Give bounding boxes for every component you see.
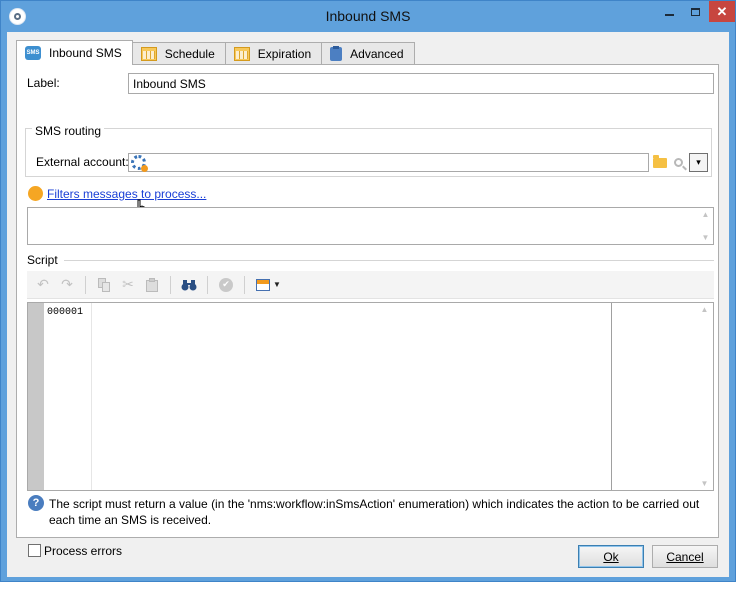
check-syntax-button[interactable]: ✔ (216, 275, 236, 295)
filter-status-icon (28, 186, 43, 201)
clipboard-icon (330, 46, 343, 61)
toolbar-separator (170, 275, 171, 294)
sms-routing-title: SMS routing (32, 124, 105, 138)
script-editor[interactable]: 000001 ▲ ▼ (27, 302, 714, 491)
paste-icon[interactable] (142, 275, 162, 295)
scroll-up-icon[interactable]: ▲ (702, 210, 710, 219)
help-icon: ? (28, 495, 44, 511)
undo-icon[interactable]: ↶ (33, 275, 53, 295)
check-icon: ✔ (219, 277, 233, 292)
tab-label: Schedule (164, 47, 215, 61)
dialog-client-area: SMS Inbound SMS Schedule Expiration Adva… (7, 32, 729, 577)
editor-scrollbar[interactable]: ▲ ▼ (697, 303, 712, 490)
tab-panel: Label: Inbound SMS SMS routing External … (16, 64, 719, 558)
script-toolbar: ↶ ↷ ✂ ✔ ▼ (27, 271, 714, 299)
maximize-icon (690, 7, 700, 16)
tab-inbound-sms[interactable]: SMS Inbound SMS (16, 40, 133, 65)
cancel-button-label: Cancel (666, 549, 704, 564)
dialog-window: Inbound SMS ✕ SMS Inbound SMS Schedule E… (0, 0, 736, 582)
script-section-title: Script (27, 253, 58, 267)
copy-icon[interactable] (94, 275, 114, 295)
calendar-icon (233, 47, 250, 61)
toolbar-separator (207, 275, 208, 294)
magnifier-icon (674, 158, 683, 167)
redo-icon[interactable]: ↷ (57, 275, 77, 295)
gutter-divider (91, 303, 92, 490)
external-account-icon (131, 155, 148, 172)
script-divider (64, 260, 714, 261)
editor-margin (28, 303, 44, 490)
browse-folder-button[interactable] (650, 153, 669, 172)
cut-icon[interactable]: ✂ (118, 275, 138, 295)
folder-icon (652, 154, 667, 168)
tab-label: Advanced (350, 47, 404, 61)
window-title: Inbound SMS (325, 8, 411, 24)
account-dropdown-button[interactable]: ▾ (689, 153, 708, 172)
cancel-button[interactable]: Cancel (652, 545, 718, 568)
tab-schedule[interactable]: Schedule (131, 42, 226, 65)
script-help-text: The script must return a value (in the '… (49, 497, 700, 527)
scroll-up-icon[interactable]: ▲ (701, 305, 709, 314)
search-account-button[interactable] (669, 153, 688, 172)
tab-advanced[interactable]: Advanced (321, 42, 415, 65)
toolbar-separator (244, 275, 245, 294)
sms-icon: SMS (25, 46, 41, 60)
filter-messages-link[interactable]: Filters messages to process... (47, 187, 206, 201)
external-account-field[interactable] (128, 153, 649, 172)
layout-menu-button[interactable] (253, 275, 273, 295)
toolbar-separator (85, 275, 86, 294)
close-button[interactable]: ✕ (709, 1, 735, 22)
layout-icon (256, 278, 270, 291)
title-bar[interactable]: Inbound SMS ✕ (1, 1, 735, 32)
chevron-down-icon[interactable]: ▼ (273, 280, 281, 289)
process-errors-checkbox[interactable] (28, 544, 41, 557)
scroll-down-icon[interactable]: ▼ (701, 479, 709, 488)
filter-text-area[interactable]: ▲ ▼ (27, 207, 714, 245)
label-input[interactable]: Inbound SMS (128, 73, 714, 94)
line-number: 000001 (47, 307, 84, 318)
calendar-icon (140, 47, 157, 61)
binoculars-icon[interactable] (179, 275, 199, 295)
scroll-down-icon[interactable]: ▼ (702, 233, 710, 242)
minimize-icon (664, 13, 674, 16)
ok-button[interactable]: Ok (578, 545, 644, 568)
process-errors-label[interactable]: Process errors (44, 544, 122, 558)
tab-label: Inbound SMS (49, 46, 122, 60)
minimize-button[interactable] (656, 1, 682, 22)
label-caption: Label: (27, 76, 60, 90)
maximize-button[interactable] (682, 1, 708, 22)
ok-button-label: Ok (603, 549, 619, 564)
editor-right-margin (611, 303, 612, 490)
external-account-caption: External account: (36, 155, 129, 169)
tab-label: Expiration (257, 47, 312, 61)
tab-expiration[interactable]: Expiration (224, 42, 323, 65)
tab-strip: SMS Inbound SMS Schedule Expiration Adva… (16, 40, 415, 65)
filter-scrollbar[interactable]: ▲ ▼ (698, 208, 713, 244)
